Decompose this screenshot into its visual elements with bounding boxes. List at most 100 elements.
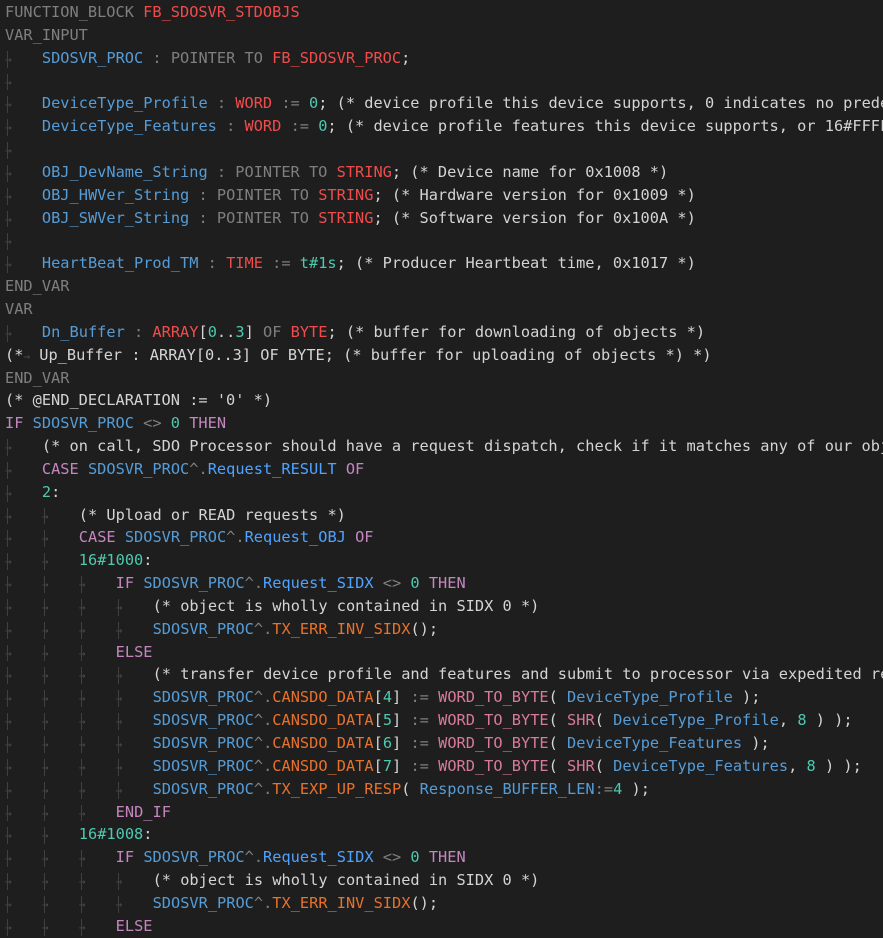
code-line[interactable]: → → → → (* transfer device profile and featu… [0, 663, 883, 686]
code-line[interactable]: → [0, 229, 883, 252]
code-token: SDOSVR_PROC [152, 711, 254, 730]
code-line[interactable]: → Dn_Buffer : ARRAY[0..3] OF BYTE; (* buf… [0, 321, 883, 344]
indent-guide: → [79, 686, 116, 711]
code-token: := [401, 734, 439, 752]
tab-arrow-icon: → [78, 806, 86, 820]
code-line[interactable]: → → → → SDOSVR_PROC^.CANSDO_DATA[7] := WORD_… [0, 755, 883, 778]
indent-guide: → [116, 663, 153, 688]
tab-arrow-icon: → [5, 600, 12, 614]
code-token: IF [115, 574, 144, 593]
code-token: SHR [567, 756, 595, 775]
tab-arrow-icon: → [78, 760, 86, 774]
code-line[interactable]: FUNCTION_BLOCK FB_SDOSVR_STDOBJS [0, 1, 883, 24]
tab-arrow-icon: → [5, 463, 12, 477]
code-line[interactable]: → HeartBeat_Prod_TM : TIME := t#1s; (* Pr… [0, 252, 883, 275]
indent-guide: → [116, 709, 153, 734]
code-token: ^. [244, 574, 264, 593]
code-line[interactable]: → DeviceType_Profile : WORD := 0; (* devi… [0, 92, 883, 115]
code-token: ( [401, 779, 420, 798]
code-line[interactable]: → OBJ_DevName_String : POINTER TO STRING;… [0, 161, 883, 184]
tab-arrow-icon: → [115, 897, 123, 911]
code-line[interactable]: → → → END_IF [0, 801, 883, 824]
code-line[interactable]: → 2: [0, 481, 883, 504]
code-token: : [51, 482, 61, 501]
code-line[interactable]: VAR [0, 298, 883, 321]
code-line[interactable]: → DeviceType_Features : WORD := 0; (* dev… [0, 115, 883, 138]
code-line[interactable]: → → CASE SDOSVR_PROC^.Request_OBJ OF [0, 526, 883, 549]
tab-arrow-icon: → [115, 760, 123, 774]
code-token: WORD [235, 94, 273, 113]
code-token: ^. [189, 459, 208, 478]
indent-guide: → [42, 572, 79, 597]
code-line[interactable]: → → → → SDOSVR_PROC^.TX_ERR_INV_SIDX(); [0, 618, 883, 641]
code-line[interactable]: END_VAR [0, 275, 883, 298]
code-line[interactable]: → → → IF SDOSVR_PROC^.Request_SIDX <> 0 THE… [0, 572, 883, 595]
code-editor[interactable]: FUNCTION_BLOCK FB_SDOSVR_STDOBJS VAR_INPU… [0, 0, 883, 938]
code-token: ; (* device profile this device supports… [318, 94, 883, 113]
code-line[interactable]: (* @END_DECLARATION := '0' *) [0, 389, 883, 412]
code-token: END_IF [115, 802, 171, 821]
tab-arrow-icon: → [41, 600, 49, 614]
code-line[interactable]: → → → → SDOSVR_PROC^.CANSDO_DATA[6] := WORD_… [0, 732, 883, 755]
code-token: := [401, 711, 439, 730]
code-token: SHR [567, 711, 595, 730]
code-token: [ [373, 734, 383, 752]
code-line[interactable]: → → 16#1000: [0, 549, 883, 572]
code-line[interactable]: → CASE SDOSVR_PROC^.Request_RESULT OF [0, 458, 883, 481]
code-line[interactable]: END_VAR [0, 367, 883, 390]
code-line[interactable]: → → → → SDOSVR_PROC^.CANSDO_DATA[4] := WORD_… [0, 686, 883, 709]
code-token: 3 [235, 322, 245, 341]
indent-guide: → [79, 663, 116, 688]
code-token: ^. [253, 619, 273, 638]
code-line[interactable]: → → → ELSE [0, 641, 883, 664]
code-line[interactable]: IF SDOSVR_PROC <> 0 THEN [0, 412, 883, 435]
indent-guide: → [5, 663, 42, 688]
code-token: HeartBeat_Prod_TM [41, 254, 208, 273]
code-token: ^. [253, 756, 273, 775]
code-token: : [143, 825, 153, 844]
code-token: 0 [207, 322, 217, 341]
code-line[interactable]: → → → ELSE [0, 915, 883, 938]
code-token: CASE [78, 528, 125, 547]
code-line[interactable]: → OBJ_SWVer_String : POINTER TO STRING; (… [0, 207, 883, 230]
indent-guide: → [5, 732, 42, 757]
code-line[interactable]: → → → → SDOSVR_PROC^.CANSDO_DATA[5] := WORD_… [0, 709, 883, 732]
code-line[interactable]: → [0, 70, 883, 93]
tab-arrow-icon: → [41, 646, 49, 660]
code-token: ; (* Hardware version for 0x1009 *) [373, 185, 696, 204]
indent-guide: → [79, 846, 116, 871]
code-line[interactable]: → → → → SDOSVR_PROC^.TX_ERR_INV_SIDX(); [0, 892, 883, 915]
tab-arrow-icon: → [41, 623, 49, 637]
code-token: SDOSVR_PROC [124, 528, 227, 547]
code-line[interactable]: → OBJ_HWVer_String : POINTER TO STRING; (… [0, 184, 883, 207]
indent-guide: → [42, 823, 79, 848]
code-line[interactable]: → → 16#1008: [0, 823, 883, 846]
code-line[interactable]: → → → → SDOSVR_PROC^.TX_EXP_UP_RESP( Respons… [0, 778, 883, 801]
tab-arrow-icon: → [5, 669, 12, 683]
tab-arrow-icon: → [78, 738, 86, 751]
code-line[interactable]: → → → → (* object is wholly contained in SID… [0, 869, 883, 892]
code-token: OBJ_DevName_String [41, 162, 217, 181]
code-line[interactable]: → SDOSVR_PROC : POINTER TO FB_SDOSVR_PROC… [0, 47, 883, 70]
code-line[interactable]: → → → → (* object is wholly contained in SID… [0, 595, 883, 618]
code-token: ; (* Software version for 0x100A *) [373, 208, 696, 227]
tab-arrow-icon: → [78, 897, 86, 911]
code-line[interactable]: VAR_INPUT [0, 24, 883, 47]
code-token: (); [410, 893, 439, 912]
code-line[interactable]: (*→ Up_Buffer : ARRAY[0..3] OF BYTE; (* … [0, 344, 883, 367]
indent-guide: → [79, 778, 116, 803]
tab-arrow-icon: → [5, 578, 12, 592]
code-line[interactable]: → → (* Upload or READ requests *) [0, 504, 883, 527]
code-token: := [401, 756, 439, 775]
code-token: , [788, 756, 807, 775]
code-token: ; (* buffer for downloading of objects *… [327, 322, 706, 341]
code-line[interactable]: → → → IF SDOSVR_PROC^.Request_SIDX <> 0 THE… [0, 846, 883, 869]
tab-arrow-icon: → [5, 875, 12, 889]
code-line[interactable]: → [0, 138, 883, 161]
indent-guide: → [5, 709, 42, 734]
code-token: SDOSVR_PROC [41, 48, 153, 67]
code-token: ); [742, 734, 770, 752]
code-line[interactable]: → (* on call, SDO Processor should have a… [0, 435, 883, 458]
code-token: (* on call, SDO Processor should have a … [41, 437, 883, 456]
code-token: ARRAY [152, 322, 199, 341]
